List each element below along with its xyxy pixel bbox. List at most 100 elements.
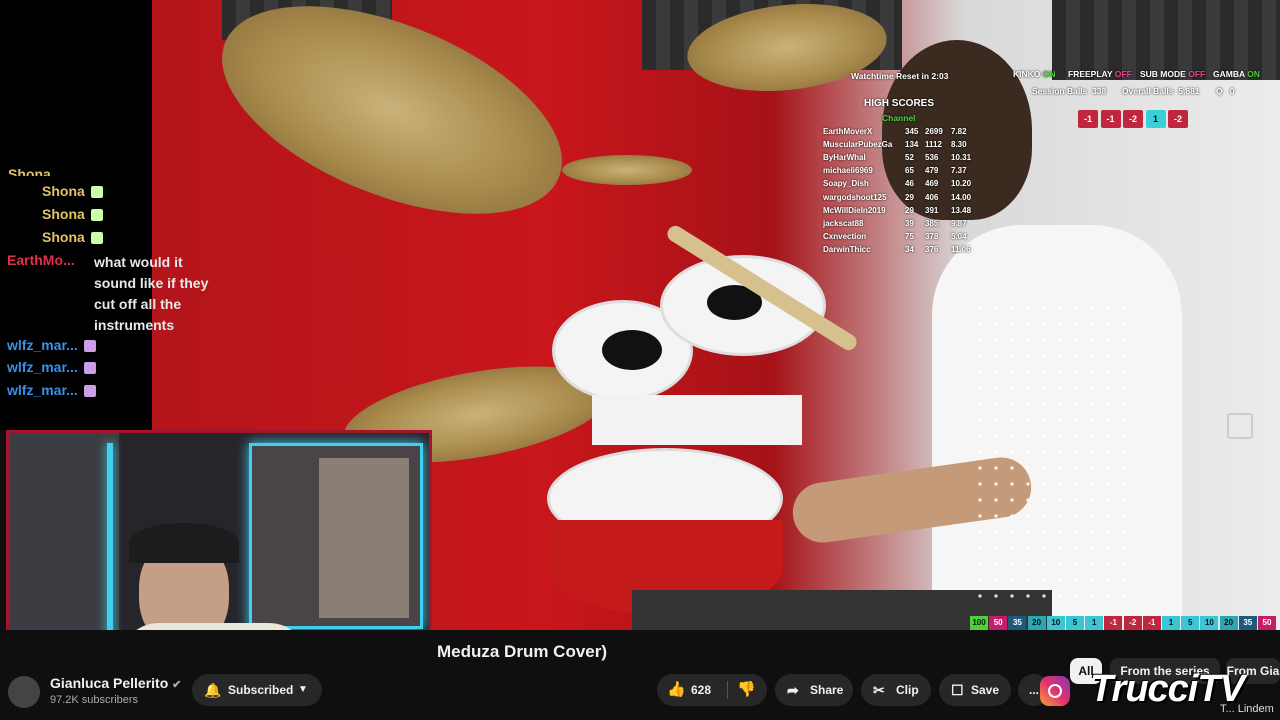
ride-cymbal — [193, 0, 591, 257]
multiplier-slot: 5 — [1181, 616, 1200, 630]
overall-balls: Overall Balls 5,881 — [1122, 86, 1200, 96]
splash-cymbal — [562, 155, 692, 185]
video-title: Meduza Drum Cover) — [437, 642, 608, 661]
multiplier-slot: 50 — [989, 616, 1008, 630]
like-count[interactable]: 628 — [691, 674, 711, 706]
score-count: 134 — [905, 140, 919, 150]
q-counter: Q 0 — [1216, 86, 1235, 96]
odds-pill: -1 — [1078, 110, 1098, 128]
clip-button[interactable]: ✂ Clip — [861, 674, 931, 706]
score-count: 345 — [905, 127, 919, 136]
chat-message: what would it sound like if they cut off… — [94, 254, 209, 333]
chevron-down-icon: ▼ — [298, 684, 308, 695]
score-avg: 10.20 — [951, 179, 972, 189]
bell-icon: 🔔 — [204, 682, 222, 698]
score-name: Soapy_Dish — [823, 179, 869, 189]
multiplier-slot: 50 — [1258, 616, 1276, 630]
tom-shell — [592, 395, 802, 445]
mode-gamba: GAMBA ON — [1213, 69, 1260, 79]
score-total: 406 — [925, 192, 939, 202]
odds-pill: -1 — [1100, 110, 1121, 128]
score-avg: 7.37 — [951, 166, 967, 176]
verified-icon: ✔ — [172, 679, 182, 691]
emote-icon — [83, 362, 96, 375]
score-name: EarthMoverX — [823, 127, 873, 136]
watermark-small: T... Lindem — [1220, 703, 1274, 715]
score-total: 391 — [925, 205, 939, 215]
score-count: 39 — [905, 218, 914, 228]
chat-username: EarthMo... — [7, 252, 75, 268]
score-avg: 11.06 — [951, 244, 971, 254]
score-avg: 8.30 — [951, 140, 967, 150]
dislike-icon[interactable]: 👎 — [737, 674, 756, 706]
watchtime-reset: Watchtime Reset in 2:03 — [851, 71, 949, 81]
acoustic-foam — [1052, 0, 1280, 80]
emote-icon — [83, 385, 96, 398]
score-total: 376 — [925, 244, 939, 254]
multiplier-slot: 35 — [1008, 616, 1027, 630]
subscriber-count: 97.2K subscribers — [50, 694, 139, 706]
chat-panel: Shona Shona Shona Shona EarthMo... what … — [0, 0, 208, 430]
subscribed-button[interactable]: 🔔 Subscribed ▼ — [192, 674, 322, 706]
emote-icon — [90, 186, 103, 199]
drum-port — [602, 330, 662, 370]
score-total: 2699 — [925, 127, 943, 136]
score-avg: 9.87 — [951, 218, 967, 228]
session-balls: Session Balls 338 — [1032, 86, 1107, 96]
chat-line: wlfz_mar... — [7, 359, 96, 375]
odds-pill: -2 — [1123, 110, 1143, 128]
mode-sub: SUB MODE OFF — [1140, 69, 1206, 79]
emote-icon — [83, 340, 96, 353]
score-total: 378 — [925, 231, 939, 241]
score-avg: 10.31 — [951, 153, 972, 163]
score-name: jackscat88 — [823, 218, 864, 228]
score-total: 536 — [925, 153, 939, 163]
score-count: 75 — [905, 231, 914, 241]
channel-avatar[interactable] — [8, 676, 40, 708]
cam-door — [319, 458, 409, 618]
high-scores-sub: Channel — [882, 113, 916, 123]
multiplier-slot: -1 — [1104, 616, 1123, 630]
score-name: McWillDieIn2019 — [823, 205, 886, 215]
score-avg: 13.48 — [951, 205, 972, 215]
score-count: 52 — [905, 153, 914, 163]
pip-icon[interactable] — [1227, 413, 1253, 439]
score-total: 1112 — [925, 140, 942, 150]
score-name: Cxnvection — [823, 231, 867, 241]
like-icon[interactable]: 👍 — [667, 674, 686, 706]
multiplier-slot: 1 — [1162, 616, 1180, 630]
emote-icon — [90, 232, 103, 245]
chat-line-cut: Shona — [8, 166, 51, 176]
chat-line: Shona — [42, 229, 103, 245]
emote-icon — [90, 209, 103, 222]
odds-pill: 1 — [1145, 110, 1166, 128]
share-button[interactable]: ➦ Share — [775, 674, 853, 706]
instagram-lens — [1048, 684, 1062, 698]
multiplier-slot: 10 — [1046, 616, 1065, 630]
bookmark-icon: ☐ — [951, 682, 964, 698]
multiplier-slot: -2 — [1123, 616, 1142, 630]
score-name: ByHarWhal — [823, 153, 866, 163]
multiplier-slot: 20 — [1027, 616, 1046, 630]
headphones — [129, 523, 239, 563]
multiplier-slot: 20 — [1219, 616, 1238, 630]
multiplier-slot: 35 — [1238, 616, 1257, 630]
score-avg: 7.82 — [951, 127, 967, 136]
odds-pill: -2 — [1168, 110, 1188, 128]
like-dislike-group: 👍 628 👎 — [657, 674, 767, 706]
mode-freeplay: FREEPLAY OFF — [1068, 69, 1132, 79]
multiplier-slot: 5 — [1066, 616, 1084, 630]
chat-line: Shona — [42, 183, 103, 199]
save-button[interactable]: ☐ Save — [939, 674, 1011, 706]
divider — [727, 681, 728, 699]
score-total: 469 — [925, 179, 939, 189]
chat-line: wlfz_mar... — [7, 382, 96, 398]
channel-name[interactable]: Gianluca Pellerito ✔ — [50, 675, 181, 691]
high-scores-title: HIGH SCORES — [864, 98, 935, 109]
share-icon: ➦ — [787, 682, 799, 698]
multiplier-slot: 100 — [970, 616, 988, 630]
score-count: 29 — [905, 192, 914, 202]
score-count: 34 — [905, 244, 914, 254]
chat-line: Shona — [42, 206, 103, 222]
score-avg: 14.00 — [951, 192, 972, 202]
